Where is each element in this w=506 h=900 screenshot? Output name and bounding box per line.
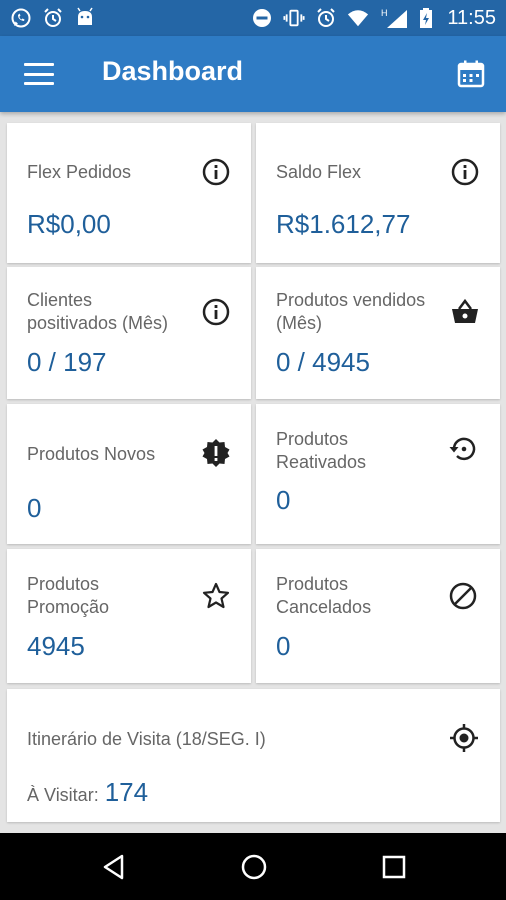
card-label-line1: Produtos vendidos xyxy=(276,290,426,310)
status-bar: H 11:55 xyxy=(0,0,506,36)
whatsapp-icon xyxy=(10,7,32,29)
card-clientes-positivados[interactable]: Clientes positivados (Mês) 0 / 197 xyxy=(7,267,251,399)
card-label-line2: positivados (Mês) xyxy=(27,313,169,333)
card-label: Flex Pedidos xyxy=(27,162,132,182)
card-value: R$0,00 xyxy=(27,209,111,239)
card-itinerario-visita[interactable]: Itinerário de Visita (18/SEG. I) À Visit… xyxy=(7,689,500,822)
card-produtos-reativados[interactable]: Produtos Reativados 0 xyxy=(256,404,500,544)
visit-row: À Visitar: 174 xyxy=(27,777,148,808)
menu-icon[interactable] xyxy=(22,60,56,88)
calendar-icon[interactable] xyxy=(456,59,486,89)
status-bar-right: H 11:55 xyxy=(251,7,496,30)
card-value: 0 xyxy=(27,493,42,523)
card-label-line2: Promoção xyxy=(27,597,110,617)
status-bar-left xyxy=(10,7,96,29)
restore-icon xyxy=(449,437,476,461)
info-icon[interactable] xyxy=(201,297,231,327)
back-icon[interactable] xyxy=(100,853,128,881)
status-time: 11:55 xyxy=(447,6,496,29)
block-icon xyxy=(449,582,477,610)
card-flex-pedidos[interactable]: Flex Pedidos R$0,00 xyxy=(7,123,251,263)
visit-label: À Visitar: xyxy=(27,785,99,805)
card-label: Produtos Novos xyxy=(27,444,156,464)
card-produtos-novos[interactable]: Produtos Novos 0 xyxy=(7,404,251,544)
card-label: Saldo Flex xyxy=(276,162,362,182)
card-produtos-cancelados[interactable]: Produtos Cancelados 0 xyxy=(256,549,500,683)
page-title: Dashboard xyxy=(102,56,244,86)
navigation-bar xyxy=(0,833,506,900)
card-saldo-flex[interactable]: Saldo Flex R$1.612,77 xyxy=(256,123,500,263)
android-icon xyxy=(74,7,96,29)
card-value: 0 xyxy=(276,485,291,515)
vibrate-icon xyxy=(283,7,305,29)
signal-icon: H xyxy=(379,7,409,29)
info-icon[interactable] xyxy=(201,157,231,187)
card-label-line2: (Mês) xyxy=(276,313,322,333)
star-icon xyxy=(202,582,230,609)
visit-value: 174 xyxy=(104,777,149,807)
card-produtos-promocao[interactable]: Produtos Promoção 4945 xyxy=(7,549,251,683)
gps-target-icon[interactable] xyxy=(449,723,479,753)
card-value: R$1.612,77 xyxy=(276,209,411,239)
card-label-line1: Clientes xyxy=(27,290,93,310)
wifi-icon xyxy=(347,7,369,29)
do-not-disturb-icon xyxy=(251,7,273,29)
card-value: 0 xyxy=(276,631,291,661)
new-badge-icon xyxy=(202,439,230,467)
card-value: 4945 xyxy=(27,631,85,661)
card-label-line1: Produtos xyxy=(27,574,100,594)
svg-text:H: H xyxy=(381,8,388,18)
home-icon[interactable] xyxy=(240,853,268,881)
card-label-line2: Cancelados xyxy=(276,597,372,617)
basket-icon xyxy=(452,298,478,323)
recents-icon[interactable] xyxy=(380,853,408,881)
card-label-line2: Reativados xyxy=(276,452,367,472)
card-produtos-vendidos[interactable]: Produtos vendidos (Mês) 0 / 4945 xyxy=(256,267,500,399)
card-label-line1: Produtos xyxy=(276,429,349,449)
info-icon[interactable] xyxy=(450,157,480,187)
card-label-line1: Produtos xyxy=(276,574,349,594)
card-value: 0 / 4945 xyxy=(276,347,370,377)
alarm-icon xyxy=(42,7,64,29)
card-value: 0 / 197 xyxy=(27,347,107,377)
alarm-icon xyxy=(315,7,337,29)
app-bar: Dashboard xyxy=(0,36,506,112)
battery-charging-icon xyxy=(419,7,433,29)
card-label: Itinerário de Visita (18/SEG. I) xyxy=(27,729,266,749)
